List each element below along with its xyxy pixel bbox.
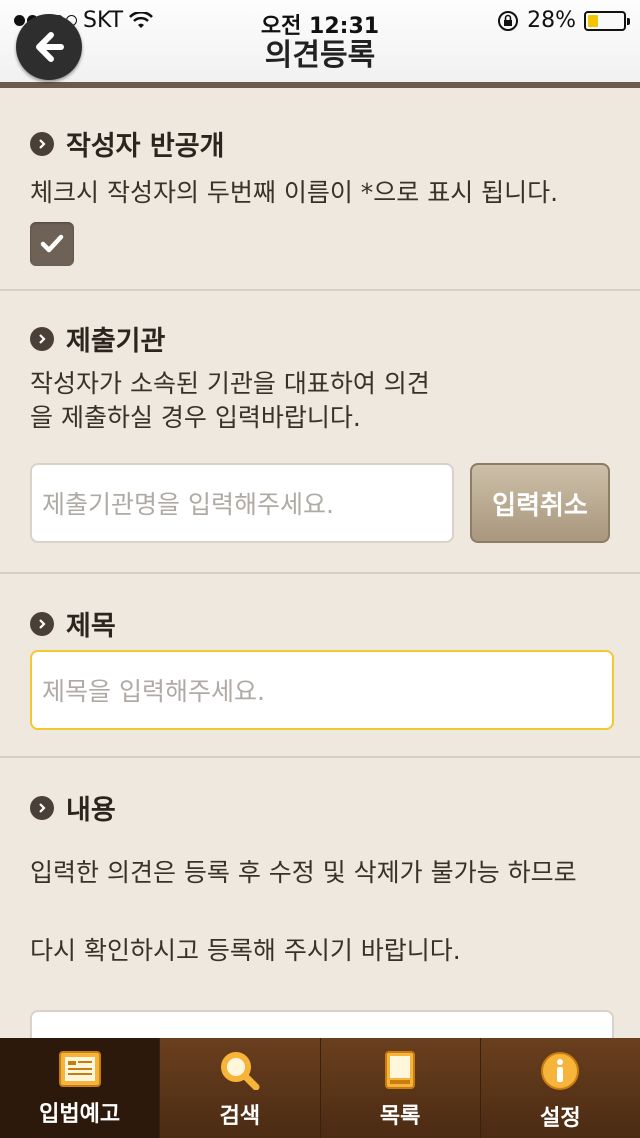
book-list-icon — [385, 1051, 416, 1089]
chevron-right-icon — [30, 611, 54, 636]
author-partial-section: 작성자 반공개 체크시 작성자의 두번째 이름이 *으로 표시 됩니다. — [0, 94, 640, 291]
tab-label: 설정 — [540, 1106, 581, 1131]
tab-label: 검색 — [219, 1104, 261, 1129]
section-title: 제목 — [66, 611, 116, 642]
subject-section: 제목 제목을 입력해주세요. — [0, 574, 640, 758]
chevron-right-icon — [30, 795, 54, 820]
form-content[interactable]: 작성자 반공개 체크시 작성자의 두번째 이름이 *으로 표시 됩니다. 제출기… — [0, 94, 640, 1038]
page-title: 의견등록 — [264, 38, 376, 73]
section-title: 작성자 반공개 — [66, 131, 225, 162]
organization-description-line1: 작성자가 소속된 기관을 대표하여 의견 — [30, 369, 430, 398]
tab-settings[interactable]: 설정 — [481, 1038, 640, 1138]
tab-search[interactable]: 검색 — [160, 1038, 321, 1138]
tab-list[interactable]: 목록 — [321, 1038, 481, 1138]
section-title: 제출기관 — [66, 326, 166, 357]
content-notice-line2: 다시 확인하시고 등록해 주시기 바랍니다. — [30, 936, 461, 965]
organization-description-line2: 을 제출하실 경우 입력바랍니다. — [30, 403, 361, 432]
rotation-lock-icon — [498, 10, 519, 31]
checkmark-icon — [40, 234, 64, 253]
tab-legislation-notice[interactable]: 입법예고 — [0, 1038, 161, 1138]
tab-label: 입법예고 — [39, 1102, 121, 1127]
battery-fill — [588, 14, 598, 27]
chevron-right-icon — [30, 131, 54, 156]
organization-input-placeholder: 제출기관명을 입력해주세요. — [42, 490, 334, 519]
cancel-input-button[interactable]: 입력취소 — [470, 463, 610, 543]
organization-header: 제출기관 — [30, 319, 165, 358]
content-notice-line1: 입력한 의견은 등록 후 수정 및 삭제가 불가능 하므로 — [30, 858, 577, 887]
content-section: 내용 입력한 의견은 등록 후 수정 및 삭제가 불가능 하므로 다시 확인하시… — [0, 758, 640, 1038]
info-settings-icon — [541, 1052, 580, 1090]
search-icon — [220, 1052, 260, 1090]
notice-board-icon — [58, 1051, 101, 1087]
organization-section: 제출기관 작성자가 소속된 기관을 대표하여 의견 을 제출하실 경우 입력바랍… — [0, 291, 640, 574]
chevron-right-icon — [30, 326, 54, 351]
tab-label: 목록 — [379, 1104, 421, 1129]
content-textarea[interactable] — [30, 1010, 614, 1038]
bottom-tab-bar: 입법예고 검색 목록 설정 — [0, 1038, 640, 1138]
top-bar: SKT 오전 12:31 28% 의견등록 — [0, 0, 640, 88]
battery-icon — [584, 10, 630, 31]
organization-input[interactable]: 제출기관명을 입력해주세요. — [30, 463, 454, 543]
content-header: 내용 — [30, 788, 116, 827]
subject-header: 제목 — [30, 604, 116, 643]
subject-input[interactable]: 제목을 입력해주세요. — [30, 650, 614, 730]
subject-input-placeholder: 제목을 입력해주세요. — [42, 677, 265, 706]
author-partial-description: 체크시 작성자의 두번째 이름이 *으로 표시 됩니다. — [30, 178, 559, 207]
author-partial-header: 작성자 반공개 — [30, 124, 224, 163]
author-partial-checkbox[interactable] — [30, 222, 74, 266]
section-title: 내용 — [66, 795, 116, 826]
